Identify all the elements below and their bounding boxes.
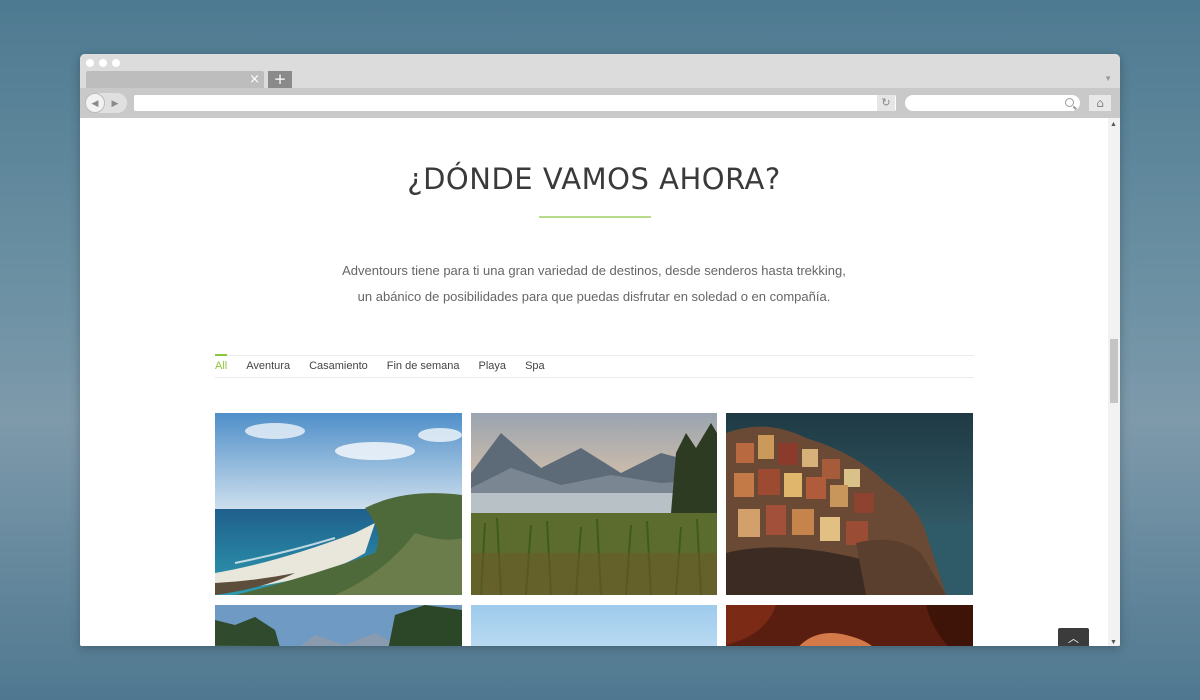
- tab-close-icon[interactable]: ×: [249, 71, 260, 88]
- close-window-dot[interactable]: [86, 59, 94, 67]
- browser-search-input[interactable]: [905, 95, 1080, 111]
- scroll-down-icon[interactable]: ▼: [1110, 639, 1117, 646]
- browser-tab[interactable]: ×: [86, 71, 264, 88]
- gallery-filter-bar: All Aventura Casamiento Fin de semana Pl…: [215, 354, 974, 378]
- intro-line-1: Adventours tiene para ti una gran varied…: [342, 263, 846, 278]
- filter-all[interactable]: All: [215, 354, 228, 378]
- reload-icon[interactable]: ↻: [877, 95, 895, 111]
- new-tab-button[interactable]: +: [268, 71, 292, 88]
- maximize-window-dot[interactable]: [112, 59, 120, 67]
- filter-spa[interactable]: Spa: [525, 355, 545, 378]
- home-icon[interactable]: ⌂: [1089, 95, 1111, 111]
- minimize-window-dot[interactable]: [99, 59, 107, 67]
- intro-line-2: un abánico de posibilidades para que pue…: [357, 289, 831, 304]
- page-scrollbar[interactable]: ▲ ▼: [1108, 118, 1120, 646]
- page-title: ¿DÓNDE VAMOS AHORA?: [407, 162, 781, 196]
- red-canyon-photo[interactable]: [726, 605, 973, 646]
- page-viewport: ¿DÓNDE VAMOS AHORA? Adventours tiene par…: [80, 118, 1120, 646]
- filter-fin-de-semana[interactable]: Fin de semana: [387, 355, 460, 378]
- lake-mountains-photo[interactable]: [471, 413, 717, 595]
- filter-casamiento[interactable]: Casamiento: [309, 355, 368, 378]
- filter-playa[interactable]: Playa: [479, 355, 507, 378]
- cliff-village-photo[interactable]: [726, 413, 973, 595]
- forest-mountains-photo[interactable]: [215, 605, 462, 646]
- back-to-top-button[interactable]: ︿: [1058, 628, 1089, 646]
- title-divider: [539, 216, 651, 218]
- coastal-beach-photo[interactable]: [215, 413, 462, 595]
- forward-icon[interactable]: ▶: [105, 98, 125, 109]
- search-icon[interactable]: [1065, 98, 1074, 107]
- history-buttons: ◀ ▶: [85, 93, 127, 113]
- scrollbar-thumb[interactable]: [1110, 339, 1118, 403]
- intro-text: Adventours tiene para ti una gran varied…: [80, 258, 1108, 310]
- address-bar[interactable]: [134, 95, 896, 111]
- blue-sky-photo[interactable]: [471, 605, 717, 646]
- browser-window: × + ▼ ◀ ▶ ↻ ⌂ ¿DÓNDE VAMOS AHORA? Advent…: [80, 54, 1120, 646]
- back-icon[interactable]: ◀: [85, 93, 105, 113]
- tab-list-arrow-icon[interactable]: ▼: [1104, 74, 1112, 83]
- browser-titlebar: × + ▼: [80, 54, 1120, 88]
- filter-aventura[interactable]: Aventura: [246, 355, 290, 378]
- scroll-up-icon[interactable]: ▲: [1110, 121, 1117, 128]
- window-controls: [86, 59, 120, 67]
- browser-navbar: ◀ ▶ ↻ ⌂: [80, 88, 1120, 118]
